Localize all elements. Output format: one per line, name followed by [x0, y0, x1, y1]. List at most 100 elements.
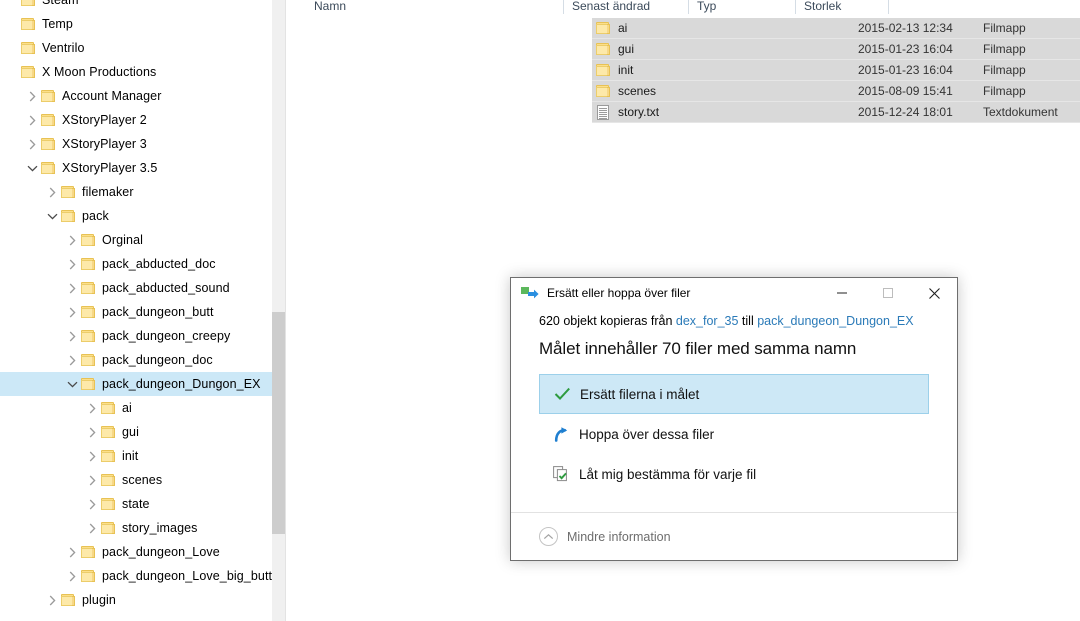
chevron-right-icon[interactable] — [24, 108, 40, 132]
tree-item-label: pack_dungeon_butt — [102, 305, 214, 319]
copy-summary-line: 620 objekt kopieras från dex_for_35 till… — [539, 314, 929, 328]
minimize-button[interactable] — [819, 278, 865, 308]
tree-item-pack-dungeon-love-big-butt[interactable]: pack_dungeon_Love_big_butt — [0, 564, 272, 588]
conflict-options-list[interactable]: Ersätt filerna i målet Hoppa över dessa f… — [539, 374, 929, 494]
file-row[interactable]: story.txt2015-12-24 18:01Textdokument2 k… — [592, 102, 1080, 123]
file-row[interactable]: init 2015-01-23 16:04 Filmapp — [592, 60, 1080, 81]
tree-item-account-manager[interactable]: Account Manager — [0, 84, 272, 108]
chevron-right-icon[interactable] — [64, 252, 80, 276]
chevron-right-icon[interactable] — [24, 132, 40, 156]
dialog-footer: Mindre information — [511, 512, 957, 560]
tree-item-xstoryplayer-3-5[interactable]: XStoryPlayer 3.5 — [0, 156, 272, 180]
tree-item-filemaker[interactable]: filemaker — [0, 180, 272, 204]
chevron-right-icon[interactable] — [84, 468, 100, 492]
tree-item-plugin[interactable]: plugin — [0, 588, 272, 609]
summary-prefix: 620 objekt kopieras från — [539, 314, 676, 328]
tree-item-state[interactable]: state — [0, 492, 272, 516]
option-label: Ersätt filerna i målet — [580, 386, 700, 402]
tree-item-label: story_images — [122, 521, 198, 535]
chevron-right-icon[interactable] — [84, 492, 100, 516]
tree-item-pack-abducted-doc[interactable]: pack_abducted_doc — [0, 252, 272, 276]
tree-item-init[interactable]: init — [0, 444, 272, 468]
column-header-name[interactable]: Namn — [306, 0, 564, 14]
dialog-titlebar[interactable]: Ersätt eller hoppa över filer — [511, 278, 957, 308]
file-list-header[interactable]: Namn Senast ändrad Typ Storlek — [306, 0, 906, 14]
tree-item-temp[interactable]: Temp — [0, 12, 272, 36]
tree-item-pack-dungeon-love[interactable]: pack_dungeon_Love — [0, 540, 272, 564]
chevron-right-icon[interactable] — [64, 348, 80, 372]
tree-item-x-moon-productions[interactable]: X Moon Productions — [0, 60, 272, 84]
folder-icon — [80, 569, 96, 583]
folder-icon — [20, 41, 36, 55]
tree-item-pack-dungeon-butt[interactable]: pack_dungeon_butt — [0, 300, 272, 324]
column-header-label: Namn — [314, 0, 347, 13]
tree-item-pack[interactable]: pack — [0, 204, 272, 228]
tree-item-steam[interactable]: Steam — [0, 0, 272, 12]
file-row[interactable]: gui 2015-01-23 16:04 Filmapp — [592, 39, 1080, 60]
column-header-size[interactable]: Storlek — [796, 0, 889, 14]
folder-tree-pane[interactable]: Steam Temp Ventrilo X Moon Productions Accou… — [0, 0, 272, 609]
chevron-right-icon[interactable] — [64, 300, 80, 324]
chevron-right-icon[interactable] — [84, 396, 100, 420]
folder-icon — [80, 545, 96, 559]
chevron-down-icon[interactable] — [64, 372, 80, 396]
tree-item-pack-dungeon-doc[interactable]: pack_dungeon_doc — [0, 348, 272, 372]
chevron-right-icon[interactable] — [44, 180, 60, 204]
tree-item-pack-dungeon-creepy[interactable]: pack_dungeon_creepy — [0, 324, 272, 348]
tree-item-label: pack_dungeon_Dungon_EX — [102, 377, 261, 391]
chevron-right-icon[interactable] — [64, 324, 80, 348]
chevron-right-icon[interactable] — [64, 228, 80, 252]
tree-item-xstoryplayer-2[interactable]: XStoryPlayer 2 — [0, 108, 272, 132]
option-1[interactable]: Ersätt filerna i målet — [539, 374, 929, 414]
file-row[interactable]: scenes 2015-08-09 15:41 Filmapp — [592, 81, 1080, 102]
chevron-right-icon[interactable] — [64, 276, 80, 300]
tree-item-label: plugin — [82, 593, 116, 607]
file-row-icon — [592, 42, 614, 56]
close-button[interactable] — [911, 278, 957, 308]
tree-item-scenes[interactable]: scenes — [0, 468, 272, 492]
file-type-cell: Filmapp — [983, 63, 1026, 77]
chevron-right-icon[interactable] — [84, 516, 100, 540]
file-name-cell: ai — [618, 21, 628, 35]
chevron-right-icon[interactable] — [44, 588, 60, 609]
option-label: Låt mig bestämma för varje fil — [579, 466, 757, 482]
less-information-toggle[interactable]: Mindre information — [539, 527, 671, 546]
file-date-cell: 2015-01-23 16:04 — [858, 63, 953, 77]
tree-item-label: init — [122, 449, 139, 463]
tree-item-gui[interactable]: gui — [0, 420, 272, 444]
tree-item-orginal[interactable]: Orginal — [0, 228, 272, 252]
tree-item-story-images[interactable]: story_images — [0, 516, 272, 540]
folder-icon — [80, 329, 96, 343]
target-folder-link[interactable]: pack_dungeon_Dungon_EX — [757, 314, 913, 328]
tree-item-ai[interactable]: ai — [0, 396, 272, 420]
tree-item-label: Ventrilo — [42, 41, 85, 55]
folder-icon — [100, 497, 116, 511]
file-list-rows[interactable]: ai 2015-02-13 12:34 Filmapp gui 2015-01-23 1… — [592, 18, 1080, 123]
tree-item-ventrilo[interactable]: Ventrilo — [0, 36, 272, 60]
tree-item-label: state — [122, 497, 150, 511]
folder-icon — [595, 63, 611, 77]
folder-icon — [80, 305, 96, 319]
chevron-right-icon[interactable] — [84, 420, 100, 444]
dialog-title: Ersätt eller hoppa över filer — [547, 286, 691, 300]
option-2[interactable]: Hoppa över dessa filer — [539, 414, 929, 454]
column-header-type[interactable]: Typ — [689, 0, 796, 14]
tree-item-pack-dungeon-dungon-ex[interactable]: pack_dungeon_Dungon_EX — [0, 372, 272, 396]
scrollbar-thumb[interactable] — [272, 312, 285, 534]
source-folder-link[interactable]: dex_for_35 — [676, 314, 739, 328]
chevron-down-icon[interactable] — [24, 156, 40, 180]
chevron-right-icon[interactable] — [24, 84, 40, 108]
tree-item-pack-abducted-sound[interactable]: pack_abducted_sound — [0, 276, 272, 300]
folder-icon — [80, 353, 96, 367]
option-3[interactable]: Låt mig bestämma för varje fil — [539, 454, 929, 494]
column-header-date[interactable]: Senast ändrad — [564, 0, 689, 14]
nav-vertical-scrollbar[interactable] — [272, 0, 285, 621]
chevron-right-icon[interactable] — [64, 564, 80, 588]
tree-item-xstoryplayer-3[interactable]: XStoryPlayer 3 — [0, 132, 272, 156]
chevron-right-icon[interactable] — [64, 540, 80, 564]
chevron-down-icon[interactable] — [44, 204, 60, 228]
column-header-label: Typ — [697, 0, 717, 13]
file-row[interactable]: ai 2015-02-13 12:34 Filmapp — [592, 18, 1080, 39]
chevron-right-icon[interactable] — [84, 444, 100, 468]
replace-or-skip-dialog[interactable]: Ersätt eller hoppa över filer 620 objekt… — [510, 277, 958, 561]
